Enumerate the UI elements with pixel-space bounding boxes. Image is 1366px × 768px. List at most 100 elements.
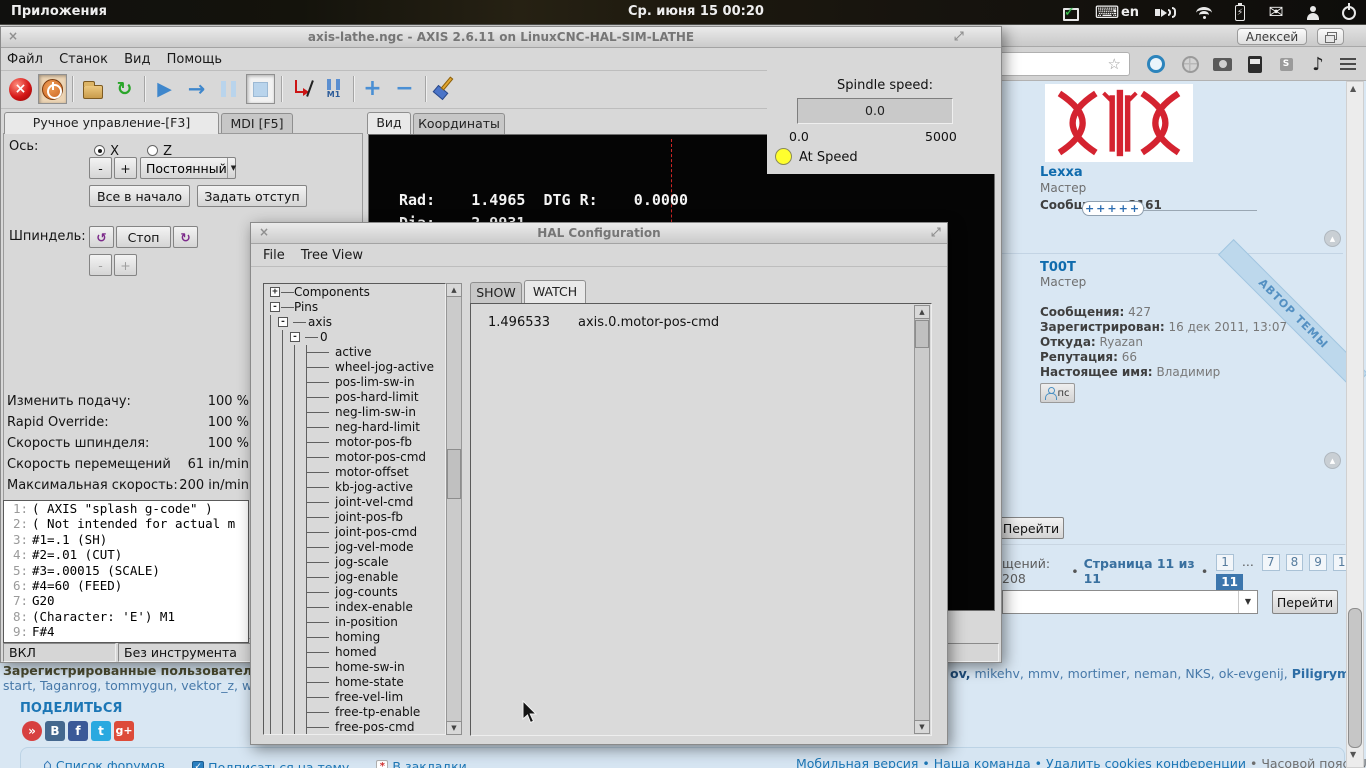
tab-watch[interactable]: WATCH [524, 280, 586, 303]
extension-camera-icon[interactable] [1210, 53, 1234, 75]
maximize-icon[interactable]: ⤢ [954, 29, 964, 44]
tree-expander-icon[interactable]: - [290, 332, 300, 342]
gcode-listing[interactable]: 1:( AXIS "splash g-code" ) 2:( Not inten… [3, 500, 249, 643]
jog-plus-button[interactable]: + [114, 157, 137, 179]
tab-preview[interactable]: Вид [367, 112, 411, 134]
override-row[interactable]: Изменить подачу: 100 % [7, 394, 249, 415]
extension-note-icon[interactable]: ♪ [1306, 53, 1330, 75]
override-row[interactable]: Rapid Override: 100 % [7, 415, 249, 436]
menu-tree-view[interactable]: Tree View [295, 247, 369, 264]
hal-tree-item[interactable]: homed [266, 645, 445, 660]
tree-scrollbar-thumb[interactable] [447, 449, 461, 499]
user-icon[interactable] [1302, 3, 1324, 22]
hal-tree-item[interactable]: + Components [266, 285, 445, 300]
tree-scroll-down[interactable]: ▼ [446, 721, 462, 735]
spindle-slower-button[interactable]: - [89, 254, 112, 276]
hal-tree-item[interactable]: motor-pos-fb [266, 435, 445, 450]
twitter-icon[interactable]: t [91, 721, 111, 741]
pause-button[interactable] [214, 74, 243, 104]
checkbox-icon[interactable]: ✓ [192, 761, 205, 768]
hal-tree-item[interactable]: pos-hard-limit [266, 390, 445, 405]
extension-s-badge-icon[interactable]: S [1274, 53, 1298, 75]
axis-titlebar[interactable]: × axis-lathe.ngc - AXIS 2.6.11 on LinuxC… [1, 27, 1001, 48]
tree-scrollbar[interactable] [446, 283, 462, 735]
forum-index-link[interactable]: ⌂ Список форумов [43, 757, 165, 768]
hal-tree-item[interactable]: jog-enable [266, 570, 445, 585]
applications-menu[interactable]: Приложения [11, 4, 107, 19]
page-number[interactable]: 1 [1216, 554, 1234, 571]
registered-users-line2[interactable]: start, Taganrog, tommygun, vektor_z, w [3, 678, 252, 693]
run-from-line-button[interactable] [288, 74, 317, 104]
hal-tree-item[interactable]: active [266, 345, 445, 360]
hal-tree-item[interactable]: joint-vel-cmd [266, 495, 445, 510]
facebook-icon[interactable]: f [68, 721, 88, 741]
user-link[interactable]: neman, [1134, 666, 1181, 681]
hal-tree-item[interactable]: motor-offset [266, 465, 445, 480]
hal-tree-item[interactable]: neg-hard-limit [266, 420, 445, 435]
tree-scroll-up[interactable]: ▲ [446, 283, 462, 297]
browser-menu-icon[interactable] [1336, 53, 1360, 75]
watch-scroll-up[interactable]: ▲ [914, 305, 930, 319]
hal-tree-item[interactable]: neg-lim-sw-in [266, 405, 445, 420]
hal-tree-item[interactable]: joint-pos-cmd [266, 525, 445, 540]
tree-expander-icon[interactable]: - [278, 317, 288, 327]
clear-plot-button[interactable] [430, 74, 459, 104]
override-row[interactable]: Скорость шпинделя: 100 % [7, 436, 249, 457]
user-link[interactable]: ov, [950, 666, 970, 681]
bookmark-link[interactable]: * В закладки [376, 759, 467, 768]
run-program-button[interactable]: ▶ [150, 74, 179, 104]
post1-username[interactable]: Lexxa [1040, 165, 1083, 180]
spindle-cw-button[interactable]: ↻ [173, 226, 198, 248]
hal-tree-item[interactable]: home-sw-in [266, 660, 445, 675]
tree-expander-icon[interactable]: - [270, 302, 280, 312]
zoom-in-button[interactable]: + [358, 74, 387, 104]
page-scrollbar-thumb[interactable] [1348, 608, 1362, 748]
browser-user-button[interactable]: Алексей [1237, 28, 1307, 45]
menu-help[interactable]: Помощь [161, 51, 228, 68]
open-file-button[interactable] [78, 74, 107, 104]
hal-tree-item[interactable]: joint-pos-fb [266, 510, 445, 525]
hal-tree[interactable]: + Components - Pins - axis - 0 active wh… [263, 283, 446, 735]
menu-view[interactable]: Вид [118, 51, 156, 68]
spindle-stop-button[interactable]: Стоп [116, 226, 171, 248]
page-number[interactable]: … [1238, 555, 1258, 570]
user-link[interactable]: mortimer, [1068, 666, 1130, 681]
jump-button-bottom[interactable]: Перейти [1272, 590, 1338, 614]
volume-icon[interactable] [1150, 3, 1180, 22]
hal-titlebar[interactable]: × HAL Configuration ⤢ [251, 223, 947, 244]
hal-tree-item[interactable]: jog-counts [266, 585, 445, 600]
watch-scrollbar-thumb[interactable] [915, 320, 929, 348]
spindle-ccw-button[interactable]: ↺ [89, 226, 114, 248]
keyboard-layout[interactable]: en [1120, 3, 1140, 22]
subscribe-link[interactable]: ✓ Подписаться на тему [192, 760, 349, 768]
hal-tree-item[interactable]: motor-pos-cmd [266, 450, 445, 465]
menu-machine[interactable]: Станок [53, 51, 114, 68]
hal-tree-item[interactable]: wheel-jog-active [266, 360, 445, 375]
private-message-button[interactable]: пс [1040, 383, 1075, 403]
scroll-up-icon[interactable]: ▲ [1350, 84, 1356, 93]
hal-tree-item[interactable]: free-pos-cmd [266, 720, 445, 734]
hal-tree-item[interactable]: free-vel-lim [266, 690, 445, 705]
vk-icon[interactable]: В [45, 721, 65, 741]
jog-mode-select[interactable]: Постоянный ▼ [140, 157, 236, 179]
browser-restore-button[interactable] [1317, 28, 1344, 45]
user-link[interactable]: ok-evgenij, [1219, 666, 1288, 681]
page-number[interactable]: 11 [1216, 574, 1243, 591]
hal-tree-item[interactable]: kb-jog-active [266, 480, 445, 495]
reload-file-button[interactable]: ↻ [110, 74, 139, 104]
step-button[interactable]: → [182, 74, 211, 104]
zoom-out-button[interactable]: − [390, 74, 419, 104]
user-link[interactable]: mikehv, [974, 666, 1023, 681]
bookmark-star-icon[interactable]: ☆ [1108, 55, 1121, 73]
page-number[interactable]: 8 [1285, 554, 1304, 571]
hal-tree-item[interactable]: free-tp-enable [266, 705, 445, 720]
home-all-button[interactable]: Все в начало [89, 185, 190, 207]
keyboard-icon[interactable]: ⌨ [1095, 3, 1120, 23]
hal-tree-item[interactable]: - axis [266, 315, 445, 330]
stop-button[interactable] [246, 74, 275, 104]
tab-mdi[interactable]: MDI [F5] [221, 113, 293, 134]
spindle-faster-button[interactable]: + [114, 254, 137, 276]
extension-tram-icon[interactable] [1243, 53, 1267, 75]
jump-select[interactable]: ▼ [1002, 590, 1258, 614]
user-link[interactable]: mmv, [1028, 666, 1064, 681]
